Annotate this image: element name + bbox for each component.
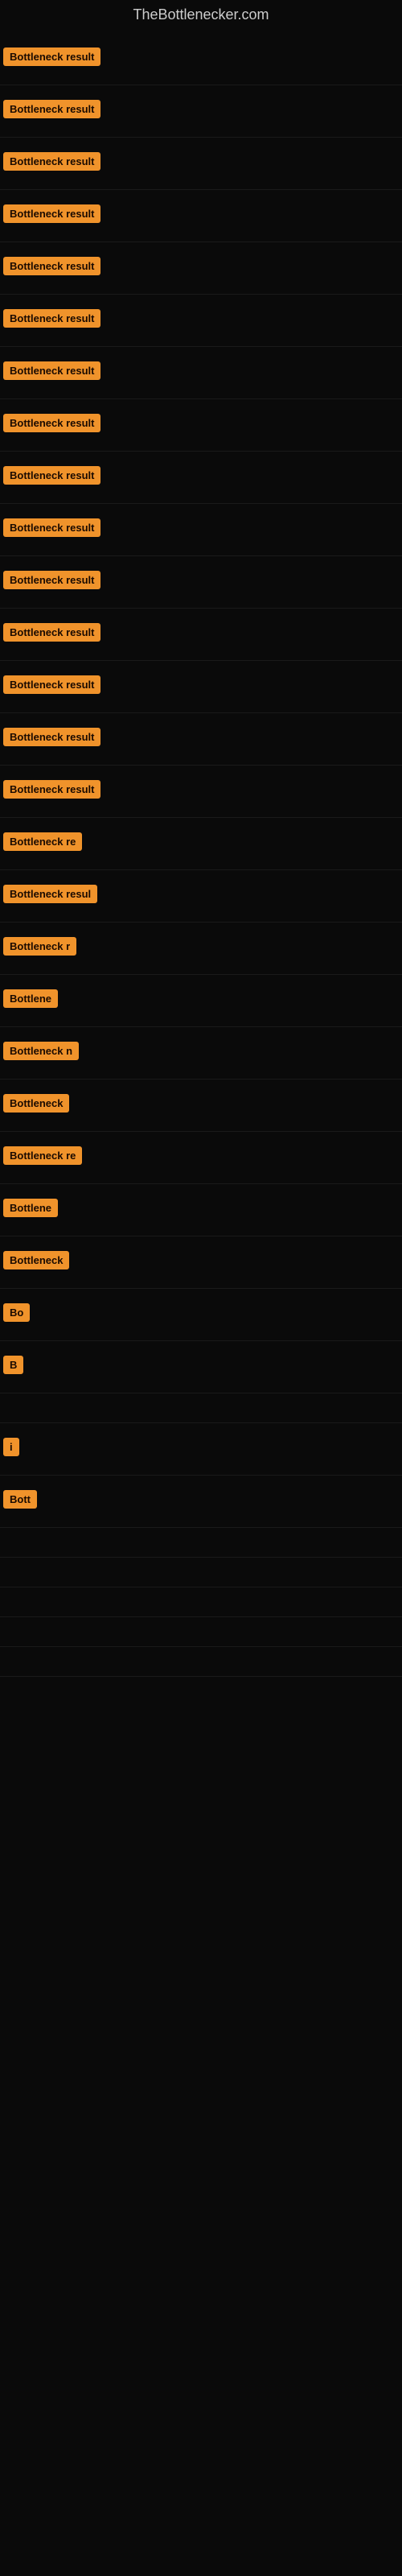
list-item: Bott [0, 1476, 402, 1528]
list-item: Bottleneck result [0, 399, 402, 452]
bottleneck-result-badge[interactable]: Bottleneck result [3, 361, 100, 380]
bottleneck-result-badge[interactable]: Bottleneck n [3, 1042, 79, 1060]
list-item: Bottleneck result [0, 556, 402, 609]
bottleneck-result-badge[interactable]: Bottleneck [3, 1251, 69, 1269]
list-item [0, 1647, 402, 1677]
bottleneck-result-badge[interactable]: Bottleneck result [3, 257, 100, 275]
list-item: Bottleneck result [0, 661, 402, 713]
list-item: Bottlene [0, 975, 402, 1027]
list-item: Bottleneck result [0, 766, 402, 818]
bottleneck-result-badge[interactable]: i [3, 1438, 19, 1456]
bottleneck-result-badge[interactable]: Bottleneck re [3, 832, 82, 851]
bottleneck-result-badge[interactable]: Bottleneck result [3, 204, 100, 223]
list-item: Bottleneck result [0, 504, 402, 556]
bottleneck-result-badge[interactable]: B [3, 1356, 23, 1374]
list-item: Bottleneck re [0, 818, 402, 870]
bottleneck-result-badge[interactable]: Bottleneck result [3, 309, 100, 328]
bottleneck-result-badge[interactable]: Bott [3, 1490, 37, 1509]
list-item: Bottleneck result [0, 138, 402, 190]
bottleneck-result-badge[interactable]: Bottleneck result [3, 414, 100, 432]
bottleneck-result-badge[interactable]: Bottleneck result [3, 675, 100, 694]
bottleneck-result-badge[interactable]: Bottleneck r [3, 937, 76, 956]
list-item: Bottleneck result [0, 85, 402, 138]
bottleneck-result-badge[interactable]: Bottleneck re [3, 1146, 82, 1165]
list-item [0, 1558, 402, 1587]
list-item: Bottleneck result [0, 242, 402, 295]
bottleneck-result-badge[interactable]: Bottlene [3, 1199, 58, 1217]
bottleneck-result-badge[interactable]: Bottleneck result [3, 47, 100, 66]
bottleneck-result-badge[interactable]: Bottleneck result [3, 152, 100, 171]
list-item: Bo [0, 1289, 402, 1341]
list-item: B [0, 1341, 402, 1393]
list-item: Bottlene [0, 1184, 402, 1236]
list-item: Bottleneck result [0, 609, 402, 661]
list-item [0, 1528, 402, 1558]
list-item: Bottleneck n [0, 1027, 402, 1080]
bottleneck-result-badge[interactable]: Bottlene [3, 989, 58, 1008]
bottleneck-result-badge[interactable]: Bottleneck [3, 1094, 69, 1113]
bottleneck-result-badge[interactable]: Bo [3, 1303, 30, 1322]
bottleneck-result-badge[interactable]: Bottleneck result [3, 623, 100, 642]
list-item: Bottleneck [0, 1236, 402, 1289]
list-item: Bottleneck result [0, 295, 402, 347]
site-title: TheBottlenecker.com [0, 0, 402, 33]
bottleneck-result-badge[interactable]: Bottleneck result [3, 518, 100, 537]
bottleneck-result-badge[interactable]: Bottleneck result [3, 100, 100, 118]
list-item: Bottleneck resul [0, 870, 402, 923]
list-item [0, 1587, 402, 1617]
list-item: Bottleneck result [0, 190, 402, 242]
list-item: Bottleneck r [0, 923, 402, 975]
bottleneck-result-badge[interactable]: Bottleneck result [3, 571, 100, 589]
list-item: i [0, 1423, 402, 1476]
bottleneck-result-badge[interactable]: Bottleneck result [3, 728, 100, 746]
bottleneck-result-badge[interactable]: Bottleneck result [3, 466, 100, 485]
list-item: Bottleneck result [0, 347, 402, 399]
list-item: Bottleneck [0, 1080, 402, 1132]
bottleneck-result-badge[interactable]: Bottleneck resul [3, 885, 97, 903]
list-item [0, 1617, 402, 1647]
bottleneck-result-badge[interactable]: Bottleneck result [3, 780, 100, 799]
list-item [0, 1393, 402, 1423]
list-item: Bottleneck result [0, 713, 402, 766]
list-item: Bottleneck result [0, 452, 402, 504]
list-item: Bottleneck re [0, 1132, 402, 1184]
list-item: Bottleneck result [0, 33, 402, 85]
